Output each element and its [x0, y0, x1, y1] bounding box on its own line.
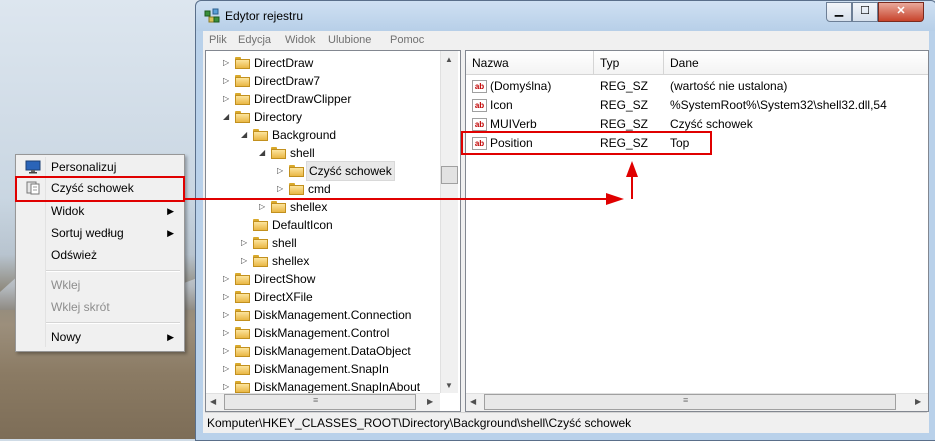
arrow-head-right-icon — [606, 193, 624, 205]
arrow-head-up-icon — [626, 161, 638, 177]
annotation-arrows — [184, 161, 638, 205]
